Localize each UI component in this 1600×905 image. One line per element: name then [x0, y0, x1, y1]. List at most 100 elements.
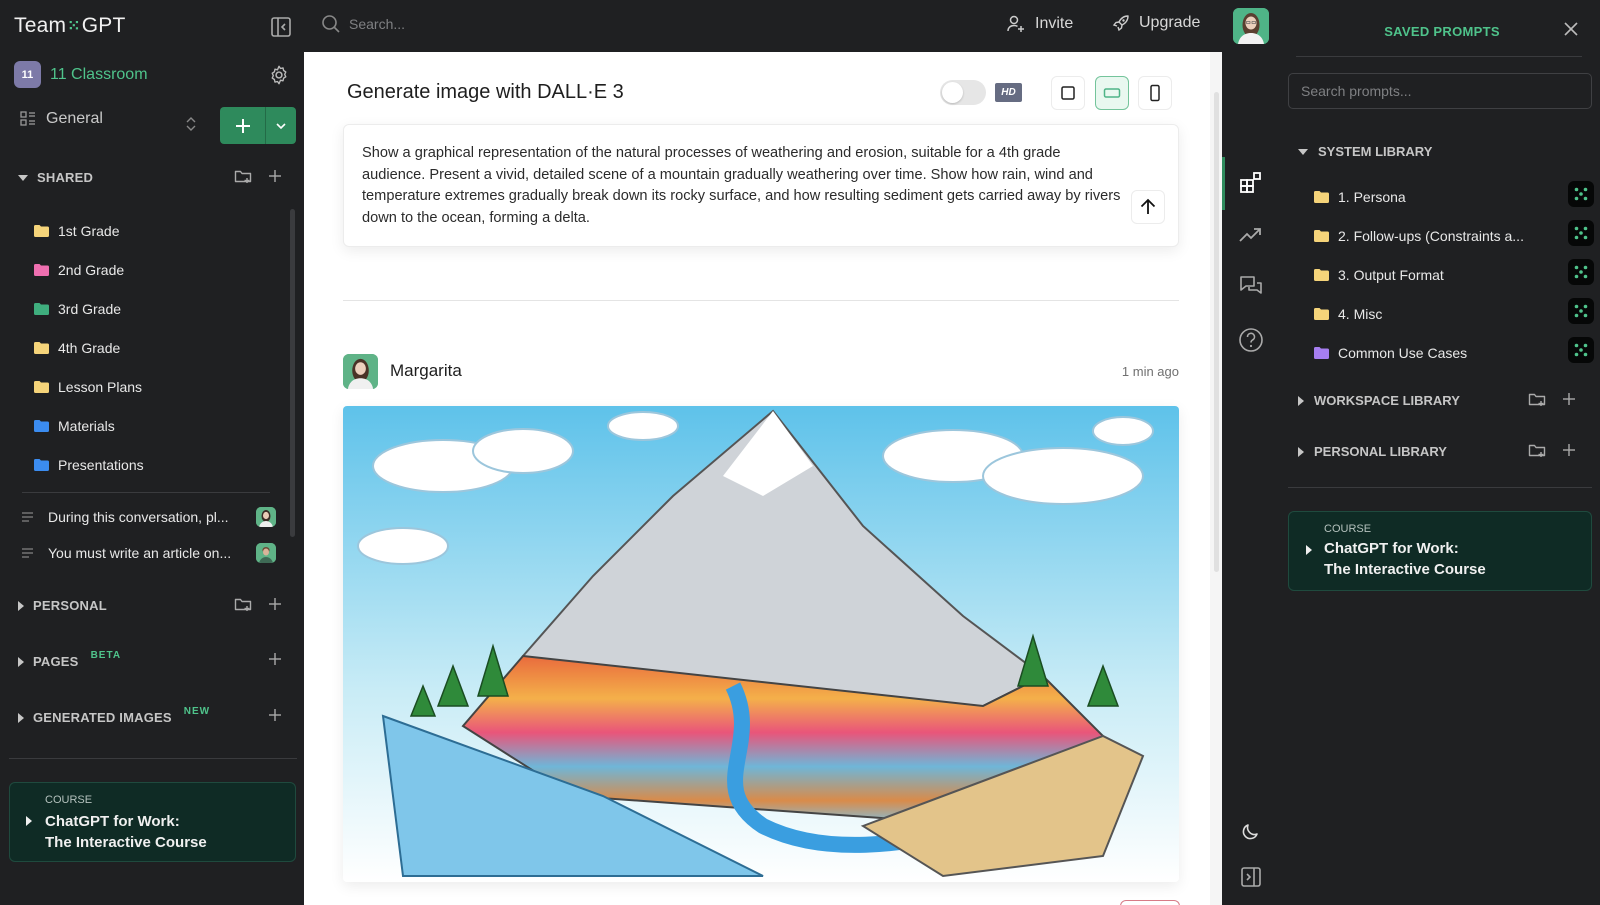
image-action-button[interactable] [1120, 900, 1180, 905]
system-library-toggle[interactable]: SYSTEM LIBRARY [1298, 144, 1432, 159]
section-generated-images-toggle[interactable]: GENERATED IMAGES NEW [18, 706, 210, 725]
author-avatar [343, 354, 378, 389]
folder-item[interactable]: 1st Grade [34, 211, 144, 250]
folder-icon [1314, 230, 1329, 242]
folder-item[interactable]: 3rd Grade [34, 289, 144, 328]
gear-icon[interactable] [268, 64, 290, 86]
section-personal-toggle[interactable]: PERSONAL [18, 598, 107, 613]
close-icon[interactable] [1563, 21, 1579, 37]
prompt-search-placeholder: Search prompts... [1301, 83, 1412, 99]
trending-icon[interactable] [1238, 222, 1264, 248]
folder-icon [34, 380, 49, 393]
team-gpt-dots-icon[interactable] [1568, 259, 1594, 285]
new-folder-icon[interactable] [1528, 391, 1546, 407]
caret-right-icon [18, 656, 24, 667]
folder-item[interactable]: 4th Grade [34, 328, 144, 367]
library-item[interactable]: Common Use Cases [1314, 337, 1594, 363]
library-item[interactable]: 1. Persona [1314, 181, 1594, 207]
hd-badge: HD [995, 83, 1022, 102]
aspect-square-button[interactable] [1051, 76, 1085, 110]
space-selector[interactable]: General [20, 110, 103, 128]
folder-icon [34, 302, 49, 315]
workspace-library-toggle[interactable]: WORKSPACE LIBRARY [1298, 393, 1460, 408]
plus-icon[interactable] [268, 652, 282, 666]
aspect-landscape-button[interactable] [1095, 76, 1129, 110]
new-folder-icon[interactable] [234, 596, 252, 612]
main-panel: Generate image with DALL·E 3 HD Show a g… [304, 52, 1222, 905]
personal-library-toggle[interactable]: PERSONAL LIBRARY [1298, 444, 1447, 459]
prompts-library-icon[interactable] [1238, 170, 1264, 196]
folder-label: 4th Grade [58, 339, 121, 356]
folder-label: 3rd Grade [58, 300, 122, 317]
help-icon[interactable] [1238, 327, 1264, 353]
chevron-up-down-icon[interactable] [184, 114, 198, 134]
course-card[interactable]: COURSE ChatGPT for Work: The Interactive… [1288, 511, 1592, 591]
search-placeholder: Search... [349, 16, 406, 32]
new-chat-options-button[interactable] [266, 107, 296, 144]
new-folder-icon[interactable] [1528, 442, 1546, 458]
invite-label: Invite [1035, 15, 1074, 32]
expand-panel-icon[interactable] [1240, 866, 1266, 892]
send-button[interactable] [1131, 190, 1165, 224]
chat-bubbles-icon[interactable] [1238, 274, 1264, 300]
folder-icon [34, 458, 49, 471]
course-card[interactable]: COURSE ChatGPT for Work: The Interactive… [9, 782, 296, 862]
workspace-switcher[interactable]: 11 11 Classroom [14, 61, 148, 88]
sidebar-divider [22, 492, 270, 493]
global-search[interactable]: Search... [321, 14, 405, 34]
folder-item[interactable]: 2nd Grade [34, 250, 144, 289]
library-item-label: Common Use Cases [1338, 345, 1468, 361]
plus-icon[interactable] [268, 597, 282, 611]
library-item[interactable]: 2. Follow-ups (Constraints a... [1314, 220, 1594, 246]
new-folder-icon[interactable] [234, 168, 252, 184]
prompt-search-input[interactable]: Search prompts... [1288, 73, 1592, 109]
prompt-input[interactable]: Show a graphical representation of the n… [343, 124, 1179, 247]
aspect-portrait-button[interactable] [1138, 76, 1172, 110]
generated-image[interactable] [343, 406, 1179, 882]
folder-icon [1314, 347, 1329, 359]
chat-item-label: During this conversation, pl... [48, 509, 229, 525]
caret-right-icon [26, 816, 32, 826]
saved-divider [1288, 487, 1592, 488]
plus-icon[interactable] [1562, 443, 1576, 457]
folder-item[interactable]: Lesson Plans [34, 367, 144, 406]
team-gpt-dots-icon[interactable] [1568, 298, 1594, 324]
upgrade-button[interactable]: Upgrade [1112, 14, 1200, 32]
saved-divider [1296, 56, 1582, 57]
library-item-label: 3. Output Format [1338, 267, 1444, 283]
plus-icon[interactable] [1562, 392, 1576, 406]
folder-label: Presentations [58, 456, 144, 473]
folder-icon [34, 419, 49, 432]
prompt-text[interactable]: Show a graphical representation of the n… [362, 143, 1122, 229]
logo-text-gpt: GPT [81, 14, 126, 37]
library-item[interactable]: 4. Misc [1314, 298, 1594, 324]
team-gpt-dots-icon[interactable] [1568, 181, 1594, 207]
team-gpt-dots-icon[interactable] [1568, 337, 1594, 363]
chat-item[interactable]: You must write an article on... [22, 543, 276, 563]
new-chat-button[interactable] [220, 107, 266, 144]
logo-text-team: Team [14, 14, 67, 37]
main-scrollbar-thumb[interactable] [1214, 92, 1219, 572]
plus-icon[interactable] [268, 169, 282, 183]
folder-label: 1st Grade [58, 222, 120, 239]
hd-toggle[interactable] [940, 80, 986, 105]
section-pages-toggle[interactable]: PAGES BETA [18, 650, 121, 669]
folder-label: Materials [58, 417, 115, 434]
folder-item[interactable]: Materials [34, 406, 144, 445]
chat-item[interactable]: During this conversation, pl... [22, 507, 276, 527]
folder-icon [1314, 269, 1329, 281]
collapse-sidebar-icon[interactable] [270, 16, 292, 38]
invite-button[interactable]: Invite [1006, 14, 1073, 34]
team-gpt-dots-icon[interactable] [1568, 220, 1594, 246]
folder-item[interactable]: Presentations [34, 445, 144, 484]
page-title: Generate image with DALL·E 3 [347, 81, 624, 103]
plus-icon[interactable] [268, 708, 282, 722]
team-gpt-logo[interactable]: Team ⁙ GPT [14, 14, 126, 38]
section-shared-toggle[interactable]: SHARED [18, 170, 93, 185]
user-avatar[interactable] [1233, 8, 1269, 44]
library-item[interactable]: 3. Output Format [1314, 259, 1594, 285]
sidebar-scrollbar[interactable] [290, 209, 295, 537]
dark-mode-moon-icon[interactable] [1240, 820, 1266, 846]
main-scrollbar[interactable] [1210, 52, 1222, 905]
personal-library-actions [1528, 442, 1576, 458]
